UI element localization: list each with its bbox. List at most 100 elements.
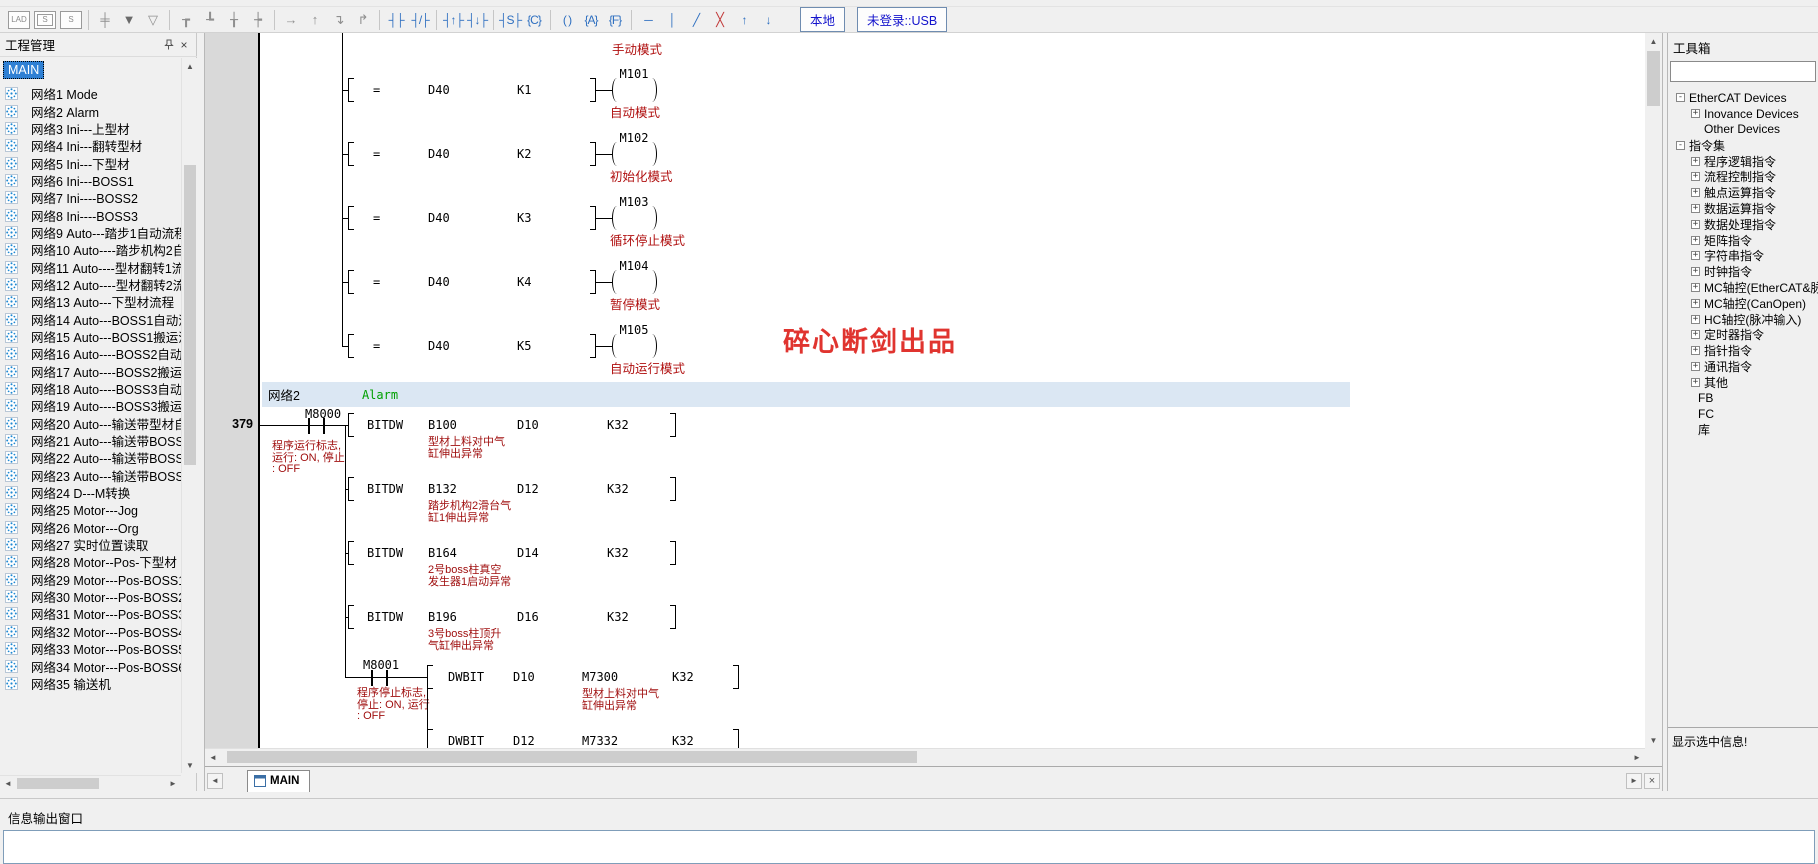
- operand[interactable]: K3: [517, 211, 531, 225]
- network-item[interactable]: 网络29 Motor---Pos-BOSS1: [0, 571, 181, 588]
- operand[interactable]: K32: [607, 546, 629, 560]
- coil-paren[interactable]: [612, 78, 622, 102]
- toolbox-tree-item[interactable]: + 时钟指令: [1668, 264, 1818, 280]
- local-button[interactable]: 本地: [800, 7, 845, 32]
- network-item[interactable]: 网络1 Mode: [0, 85, 181, 102]
- scroll-up-icon[interactable]: ▲: [1645, 33, 1662, 49]
- tree-expander-icon[interactable]: +: [1691, 220, 1700, 229]
- edit-contact-mixed-icon[interactable]: ┾: [246, 9, 270, 31]
- network-item[interactable]: 网络3 Ini---上型材: [0, 120, 181, 137]
- toolbox-tree-item[interactable]: + 数据运算指令: [1668, 201, 1818, 217]
- tree-expander-icon[interactable]: [1685, 409, 1694, 418]
- network-item[interactable]: 网络18 Auto----BOSS3自动流程: [0, 380, 181, 397]
- close-icon[interactable]: ×: [176, 37, 192, 53]
- tree-expander-icon[interactable]: +: [1691, 346, 1700, 355]
- tree-expander-icon[interactable]: +: [1691, 378, 1700, 387]
- network-item[interactable]: 网络33 Motor---Pos-BOSS5: [0, 640, 181, 657]
- coil-operand[interactable]: M101: [603, 67, 665, 81]
- tree-expander-icon[interactable]: [1685, 394, 1694, 403]
- operand[interactable]: B100: [428, 418, 457, 432]
- coil-paren[interactable]: [612, 142, 622, 166]
- toolbox-tree-item[interactable]: + MC轴控(CanOpen): [1668, 295, 1818, 311]
- coil-output-icon[interactable]: ( ): [555, 9, 579, 31]
- tree-expander-icon[interactable]: +: [1691, 267, 1700, 276]
- toolbox-tree-item[interactable]: - 指令集: [1668, 137, 1818, 153]
- compare-operator[interactable]: =: [373, 83, 380, 97]
- operand[interactable]: D40: [428, 83, 450, 97]
- tree-expander-icon[interactable]: +: [1691, 109, 1700, 118]
- network-item[interactable]: 网络24 D---M转换: [0, 484, 181, 501]
- operand[interactable]: K32: [607, 610, 629, 624]
- coil-paren[interactable]: [647, 78, 657, 102]
- sep-7[interactable]: [550, 10, 551, 30]
- tab-scroll-left-icon[interactable]: ◄: [207, 773, 223, 789]
- line-right-icon[interactable]: →: [279, 9, 303, 31]
- network-item[interactable]: 网络13 Auto---下型材流程: [0, 293, 181, 310]
- scroll-left-icon[interactable]: ◄: [205, 749, 221, 765]
- network-item[interactable]: 网络9 Auto---踏步1自动流程: [0, 224, 181, 241]
- sep-2[interactable]: [169, 10, 170, 30]
- network-item[interactable]: 网络26 Motor---Org: [0, 519, 181, 536]
- toolbox-tree-item[interactable]: Other Devices: [1668, 122, 1818, 138]
- toolbox-tree-item[interactable]: + 数据处理指令: [1668, 216, 1818, 232]
- line-corner-up-icon[interactable]: ↱: [351, 9, 375, 31]
- network-item[interactable]: 网络27 实时位置读取: [0, 536, 181, 553]
- network-item[interactable]: 网络35 输送机: [0, 675, 181, 692]
- network-item[interactable]: 网络25 Motor---Jog: [0, 501, 181, 518]
- coil-paren[interactable]: [612, 270, 622, 294]
- network-item[interactable]: 网络10 Auto----踏步机构2自动: [0, 241, 181, 258]
- move-down-icon[interactable]: ↓: [756, 9, 780, 31]
- toolbox-tree-item[interactable]: + 矩阵指令: [1668, 232, 1818, 248]
- sfc-icon[interactable]: S: [60, 11, 82, 29]
- operand[interactable]: B196: [428, 610, 457, 624]
- append-row-icon[interactable]: ▽: [141, 9, 165, 31]
- ladder-horizontal-scrollbar[interactable]: ◄ ►: [205, 748, 1645, 765]
- tree-expander-icon[interactable]: [1691, 125, 1700, 134]
- scroll-up-icon[interactable]: ▲: [182, 58, 198, 74]
- operand[interactable]: K2: [517, 147, 531, 161]
- toolbox-tree-item[interactable]: + 通讯指令: [1668, 359, 1818, 375]
- tree-expander-icon[interactable]: +: [1691, 299, 1700, 308]
- contact-set-icon[interactable]: ┤S├: [498, 9, 522, 31]
- sep-8[interactable]: [631, 10, 632, 30]
- operand[interactable]: K32: [672, 670, 694, 684]
- line-up-icon[interactable]: ↑: [303, 9, 327, 31]
- network-item[interactable]: 网络17 Auto----BOSS2搬运流程: [0, 363, 181, 380]
- hline-icon[interactable]: ─: [636, 9, 660, 31]
- coil-f-icon[interactable]: {F}: [603, 9, 627, 31]
- network-item[interactable]: 网络7 Ini----BOSS2: [0, 189, 181, 206]
- sep-4[interactable]: [379, 10, 380, 30]
- operand[interactable]: D12: [513, 734, 535, 748]
- network-item[interactable]: 网络8 Ini----BOSS3: [0, 206, 181, 223]
- sep-5[interactable]: [436, 10, 437, 30]
- network-item[interactable]: 网络2 Alarm: [0, 102, 181, 119]
- delete-x-icon[interactable]: ╳: [708, 9, 732, 31]
- tree-expander-icon[interactable]: +: [1691, 172, 1700, 181]
- operand[interactable]: K4: [517, 275, 531, 289]
- coil-paren[interactable]: [647, 270, 657, 294]
- line-corner-down-icon[interactable]: ↴: [327, 9, 351, 31]
- coil-operand[interactable]: M102: [603, 131, 665, 145]
- network-item[interactable]: 网络32 Motor---Pos-BOSS4: [0, 623, 181, 640]
- coil-paren[interactable]: [647, 206, 657, 230]
- scrollbar-thumb[interactable]: [1647, 51, 1660, 106]
- program-root-main[interactable]: MAIN: [3, 61, 44, 79]
- toolbox-tree-item[interactable]: + 定时器指令: [1668, 327, 1818, 343]
- toolbox-tree-item[interactable]: + Inovance Devices: [1668, 106, 1818, 122]
- toolbox-tree-item[interactable]: + 触点运算指令: [1668, 185, 1818, 201]
- operand[interactable]: D40: [428, 211, 450, 225]
- sep-6[interactable]: [493, 10, 494, 30]
- coil-operand[interactable]: M103: [603, 195, 665, 209]
- coil-paren[interactable]: [612, 334, 622, 358]
- instruction-name[interactable]: BITDW: [367, 546, 403, 560]
- operand[interactable]: K1: [517, 83, 531, 97]
- move-up-icon[interactable]: ↑: [732, 9, 756, 31]
- sep-1[interactable]: [88, 10, 89, 30]
- coil-paren[interactable]: [612, 206, 622, 230]
- scrollbar-thumb[interactable]: [227, 751, 917, 763]
- contact-rising-icon[interactable]: ┤↑├: [441, 9, 465, 31]
- toolbox-tree-item[interactable]: + 流程控制指令: [1668, 169, 1818, 185]
- operand[interactable]: D40: [428, 147, 450, 161]
- coil-counter-icon[interactable]: {C}: [522, 9, 546, 31]
- tree-expander-icon[interactable]: [1685, 425, 1694, 434]
